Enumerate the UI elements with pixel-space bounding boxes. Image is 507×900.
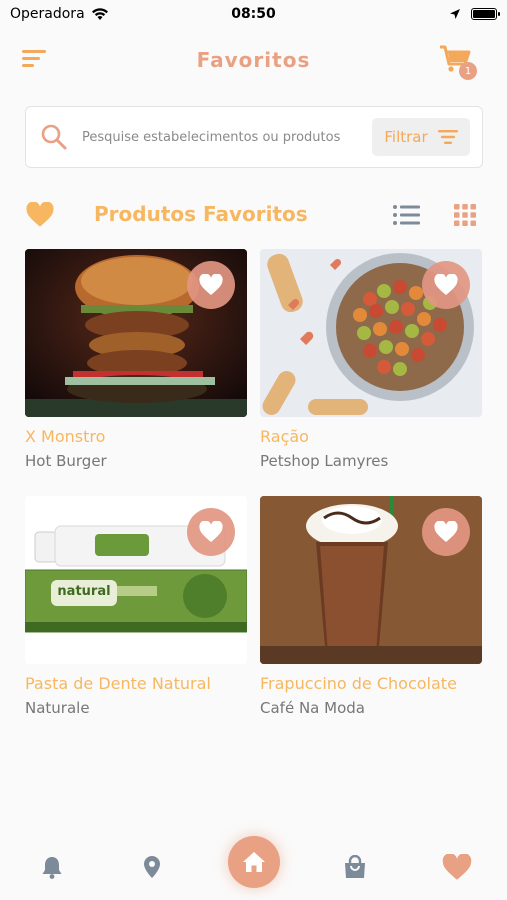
nav-notifications[interactable]: [37, 852, 67, 882]
status-bar: Operadora 08:50: [0, 0, 507, 28]
bell-icon: [42, 857, 62, 879]
location-arrow-icon: [450, 9, 460, 19]
product-card[interactable]: Ração Petshop Lamyres: [260, 249, 482, 470]
heart-icon: [199, 274, 223, 295]
nav-location[interactable]: [137, 852, 167, 882]
filter-button[interactable]: Filtrar: [372, 118, 470, 156]
product-image: [25, 249, 247, 417]
section-title: Produtos Favoritos: [94, 202, 308, 226]
search-input[interactable]: [82, 129, 372, 145]
grid-view-icon[interactable]: [454, 204, 476, 226]
filter-label: Filtrar: [384, 128, 428, 146]
product-image: [260, 496, 482, 664]
battery-icon: [471, 8, 500, 20]
nav-home[interactable]: [228, 836, 280, 888]
product-name: Ração: [260, 427, 309, 446]
product-image: natural: [25, 496, 247, 664]
favorite-button[interactable]: [422, 261, 470, 309]
store-name: Café Na Moda: [260, 699, 365, 717]
cart-count-badge: 1: [459, 62, 477, 80]
app-header: Favoritos 1: [0, 40, 507, 80]
section-header: Produtos Favoritos: [0, 196, 507, 236]
product-name: X Monstro: [25, 427, 106, 446]
page-title: Favoritos: [196, 48, 311, 72]
nav-favorites[interactable]: [440, 852, 474, 882]
product-card[interactable]: Frapuccino de Chocolate Café Na Moda: [260, 496, 482, 717]
brand-label: natural: [57, 584, 111, 599]
favorite-button[interactable]: [422, 508, 470, 556]
location-pin-icon: [144, 856, 160, 878]
product-name: Frapuccino de Chocolate: [260, 674, 457, 693]
search-icon: [41, 124, 67, 150]
heart-icon: [434, 521, 458, 542]
carrier-label: Operadora: [10, 6, 85, 22]
heart-icon: [434, 274, 458, 295]
product-card[interactable]: natural Pasta de Dente Natural Naturale: [25, 496, 247, 717]
heart-icon: [442, 853, 472, 880]
store-name: Hot Burger: [25, 452, 107, 470]
filter-icon: [437, 130, 458, 144]
home-icon: [243, 852, 265, 872]
nav-orders[interactable]: [340, 852, 370, 882]
shopping-bag-icon: [345, 855, 365, 878]
search-bar: Filtrar: [25, 106, 483, 168]
product-image: [260, 249, 482, 417]
favorite-button[interactable]: [187, 261, 235, 309]
heart-icon: [199, 521, 223, 542]
product-name: Pasta de Dente Natural: [25, 674, 211, 693]
store-name: Petshop Lamyres: [260, 452, 389, 470]
favorite-button[interactable]: [187, 508, 235, 556]
product-card[interactable]: X Monstro Hot Burger: [25, 249, 247, 470]
cart-button[interactable]: 1: [439, 44, 477, 80]
wifi-icon: [91, 8, 108, 20]
heart-icon: [26, 202, 54, 227]
store-name: Naturale: [25, 699, 90, 717]
list-view-icon[interactable]: [392, 204, 420, 226]
bottom-navigation: [0, 830, 507, 900]
